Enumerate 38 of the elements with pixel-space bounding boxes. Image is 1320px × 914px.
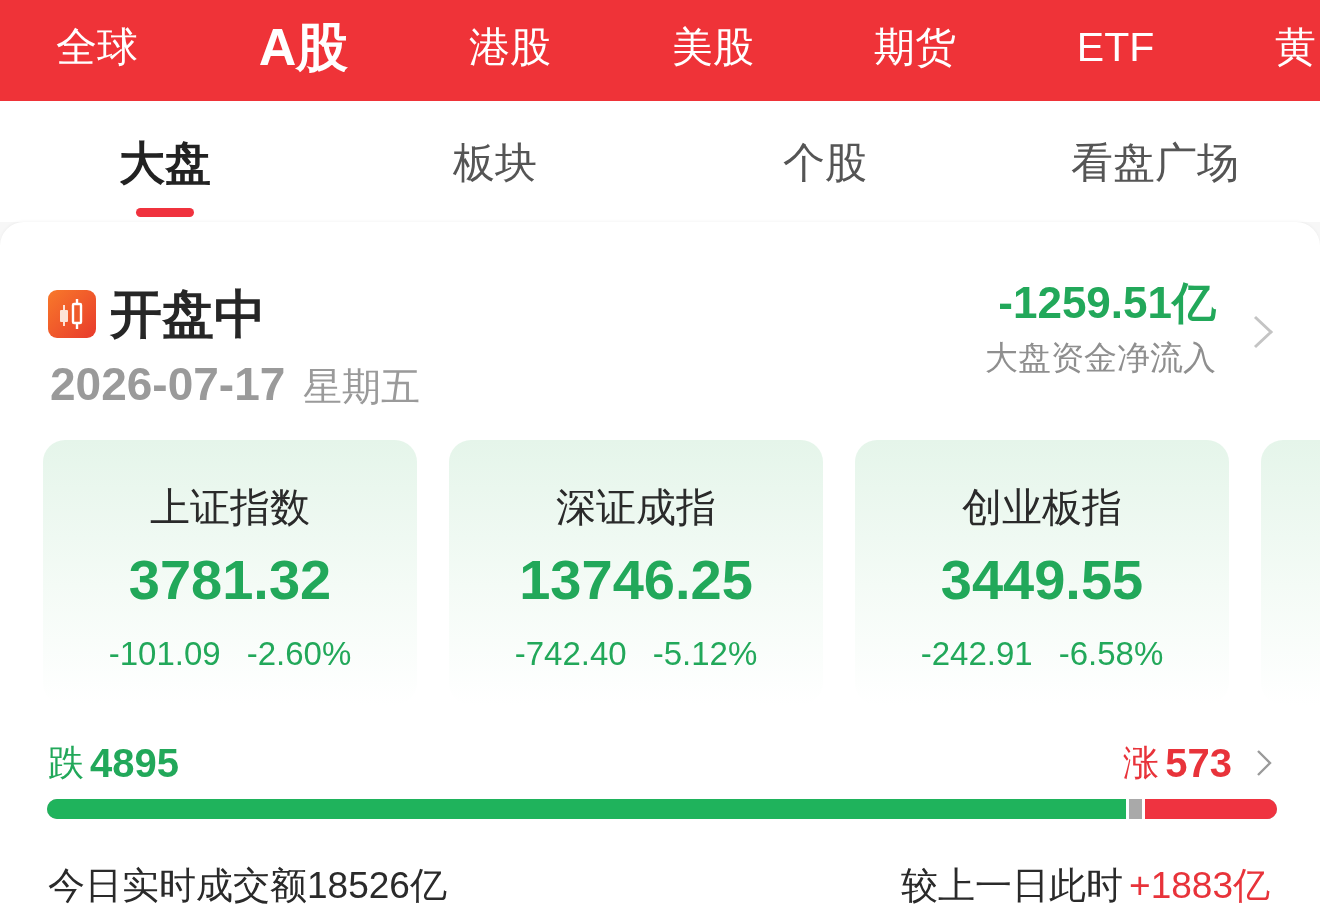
chevron-right-icon[interactable] [1252,314,1274,350]
market-tab[interactable]: 黄 [1274,21,1316,72]
view-tab[interactable]: 看盘广场 [1071,101,1239,199]
index-name: 创业板指 [962,484,1122,531]
compare-value: +1883亿 [1129,864,1270,908]
market-tab[interactable]: ETF [1076,21,1155,72]
rising-label: 涨 [1123,741,1160,785]
index-value: 13746.25 [519,548,753,612]
chevron-right-icon[interactable] [1256,748,1272,778]
index-change: -742.40 [514,634,627,674]
index-change-percent: -2.60% [246,634,352,674]
fund-flow-label: 大盘资金净流入 [985,338,1216,378]
market-tab[interactable]: 全球 [56,21,138,72]
market-tab[interactable]: 美股 [671,21,754,72]
falling-label: 跌 [48,741,84,785]
date-text: 2026-07-17 [50,358,286,410]
weekday-text: 星期五 [303,364,421,410]
compare-label: 较上一日此时 [901,864,1124,908]
market-tab[interactable]: 港股 [468,21,551,72]
index-value: 3449.55 [940,548,1144,612]
view-tab[interactable]: 大盘 [119,101,211,227]
market-status-title: 开盘中 [110,284,266,344]
falling-count: 4895 [90,741,179,785]
index-change: -242.91 [920,634,1033,674]
turnover-text: 今日实时成交额18526亿 [48,864,447,908]
rising-count: 573 [1165,741,1232,785]
index-name: 深证成指 [556,484,716,531]
view-tab[interactable]: 板块 [453,101,537,199]
market-tab[interactable]: 期货 [874,21,957,72]
candlestick-icon [48,290,96,338]
index-change: -101.09 [108,634,221,674]
fund-flow-value: -1259.51亿 [998,277,1216,329]
index-change-percent: -6.58% [1058,634,1164,674]
index-value: 3781.32 [128,548,332,612]
index-name: 上证指数 [150,484,310,531]
index-change-percent: -5.12% [652,634,758,674]
view-tab[interactable]: 个股 [783,101,867,199]
market-tab[interactable]: A股 [258,16,349,77]
